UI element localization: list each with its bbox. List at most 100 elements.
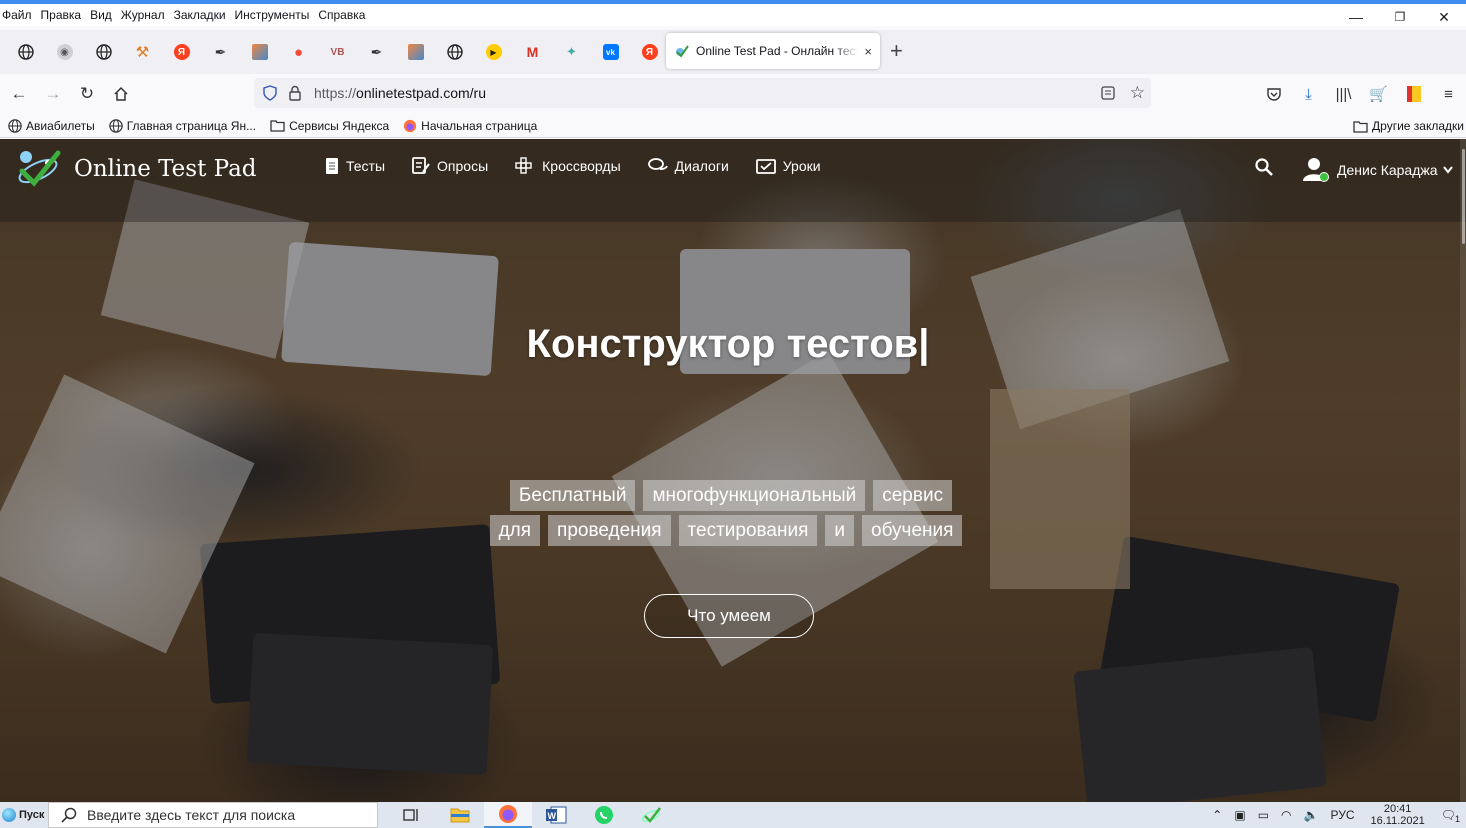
new-tab-button[interactable]: + [890, 40, 903, 62]
site-header: Online Test Pad Тесты Опросы Кроссворды … [0, 139, 1466, 222]
wifi-icon[interactable]: ◠ [1281, 808, 1291, 822]
site-nav-dialogs[interactable]: Диалоги [647, 157, 729, 175]
pinned-tab-11[interactable] [396, 37, 435, 67]
home-button[interactable] [104, 78, 138, 110]
bookmark-yandex-home[interactable]: Главная страница Ян... [101, 119, 262, 133]
site-nav-label: Тесты [346, 158, 386, 174]
pinned-tab-3[interactable] [84, 37, 123, 67]
user-avatar-icon [1303, 158, 1329, 182]
language-indicator[interactable]: РУС [1330, 808, 1354, 822]
folder-icon [1353, 120, 1368, 133]
pinned-tab-12[interactable] [435, 37, 474, 67]
reload-button[interactable]: ↻ [70, 78, 104, 110]
app-menu-icon[interactable]: ≡ [1431, 86, 1466, 103]
site-nav-label: Опросы [437, 158, 489, 174]
bookmark-yandex-services[interactable]: Сервисы Яндекса [262, 119, 395, 133]
image-icon [251, 44, 268, 60]
scrollbar-thumb[interactable] [1462, 149, 1465, 244]
forward-button[interactable]: → [36, 78, 70, 110]
back-button[interactable]: ← [2, 78, 36, 110]
menu-history[interactable]: Журнал [118, 8, 171, 22]
close-window-button[interactable]: ✕ [1422, 4, 1466, 30]
menu-file[interactable]: Файл [0, 8, 38, 22]
pinned-tab-9[interactable]: VB [318, 37, 357, 67]
site-nav-tests[interactable]: Тесты [325, 157, 385, 175]
taskbar-search[interactable]: Введите здесь текст для поиска [48, 802, 378, 828]
pinned-tab-1[interactable] [6, 37, 45, 67]
globe-icon [8, 118, 22, 133]
taskbar-otp-app[interactable] [628, 802, 676, 828]
tab-title: Online Test Pad - Онлайн тесты [696, 44, 859, 58]
start-button[interactable]: Пуск [0, 802, 48, 828]
site-nav-lessons[interactable]: Уроки [755, 157, 821, 175]
pinned-tab-5[interactable]: Я [162, 37, 201, 67]
pinned-tab-2[interactable]: ◉ [45, 37, 84, 67]
notifications-icon[interactable]: 🗨 1 [1441, 808, 1460, 824]
menu-view[interactable]: Вид [87, 8, 118, 22]
pinned-tab-7[interactable] [240, 37, 279, 67]
extension-flag-icon[interactable] [1396, 86, 1431, 102]
bookmark-aviabilety[interactable]: Авиабилеты [0, 119, 101, 133]
clock[interactable]: 20:41 16.11.2021 [1371, 803, 1425, 827]
search-icon[interactable] [1255, 158, 1273, 176]
yandex-icon: Я [641, 44, 658, 60]
site-nav-label: Уроки [782, 158, 821, 174]
menu-tools[interactable]: Инструменты [232, 8, 316, 22]
menu-bookmarks[interactable]: Закладки [171, 8, 232, 22]
site-nav-crosswords[interactable]: Кроссворды [515, 157, 621, 175]
folder-icon [270, 120, 285, 132]
tracking-shield-icon[interactable] [262, 85, 278, 101]
reader-view-icon[interactable] [1101, 86, 1115, 100]
site-nav-surveys[interactable]: Опросы [412, 157, 488, 175]
vk-cloud-icon: VB [330, 46, 345, 58]
volume-icon[interactable]: 🔈 [1304, 808, 1319, 822]
crossword-icon [515, 157, 532, 174]
taskbar-word[interactable]: W [532, 802, 580, 828]
page-scrollbar[interactable] [1460, 139, 1466, 802]
pinned-tab-10[interactable]: ✒ [357, 37, 396, 67]
clock-date: 16.11.2021 [1370, 815, 1425, 827]
bookmark-star-icon[interactable]: ☆ [1130, 83, 1145, 103]
pinned-tab-15[interactable]: ✦ [552, 37, 591, 67]
battery-icon[interactable]: ▭ [1258, 808, 1269, 822]
taskbar-whatsapp[interactable] [580, 802, 628, 828]
task-view-button[interactable] [388, 802, 436, 828]
taskbar-firefox[interactable] [484, 802, 532, 828]
pinned-tab-6[interactable]: ✒ [201, 37, 240, 67]
chevron-up-icon[interactable]: ⌃ [1212, 808, 1222, 822]
hero-tag: для [489, 515, 541, 546]
what-we-can-button[interactable]: Что умеем [644, 594, 814, 638]
close-tab-icon[interactable]: × [864, 44, 872, 59]
pocket-icon[interactable] [1256, 86, 1291, 102]
library-icon[interactable]: |||\ [1326, 86, 1361, 103]
pinned-tab-16[interactable]: vk [591, 37, 630, 67]
other-bookmarks[interactable]: Другие закладки [1353, 114, 1466, 138]
address-bar[interactable]: https://onlinetestpad.com/ru ☆ [254, 78, 1151, 108]
lock-icon[interactable] [288, 85, 302, 101]
site-logo[interactable]: Online Test Pad [14, 145, 257, 193]
active-tab[interactable]: Online Test Pad - Онлайн тесты × [666, 33, 880, 69]
minimize-button[interactable]: — [1334, 4, 1378, 30]
site-nav-label: Кроссворды [542, 158, 621, 174]
taskbar-explorer[interactable] [436, 802, 484, 828]
cart-icon[interactable]: 🛒 [1361, 85, 1396, 103]
device-icon[interactable]: ▣ [1234, 808, 1245, 822]
pinned-tab-13[interactable]: ▶ [474, 37, 513, 67]
user-name: Денис Караджа [1337, 162, 1438, 178]
pinned-tab-8[interactable]: ● [279, 37, 318, 67]
restore-button[interactable]: ❐ [1378, 4, 1422, 30]
survey-icon [412, 157, 430, 174]
otp-logo-icon [18, 150, 61, 187]
gmail-icon: M [526, 44, 539, 60]
pinned-tab-14[interactable]: M [513, 37, 552, 67]
apple-icon: ● [293, 43, 304, 61]
pinned-tab-17[interactable]: Я [630, 37, 669, 67]
menu-edit[interactable]: Правка [38, 8, 88, 22]
user-menu[interactable]: Денис Караджа [1302, 157, 1453, 183]
tool-icon: ⚒ [135, 44, 150, 61]
pinned-tab-4[interactable]: ⚒ [123, 37, 162, 67]
bookmark-start-page[interactable]: Начальная страница [395, 119, 543, 133]
menu-help[interactable]: Справка [315, 8, 371, 22]
other-bookmarks-label: Другие закладки [1372, 119, 1464, 133]
downloads-icon[interactable]: ⤓ [1291, 86, 1326, 103]
